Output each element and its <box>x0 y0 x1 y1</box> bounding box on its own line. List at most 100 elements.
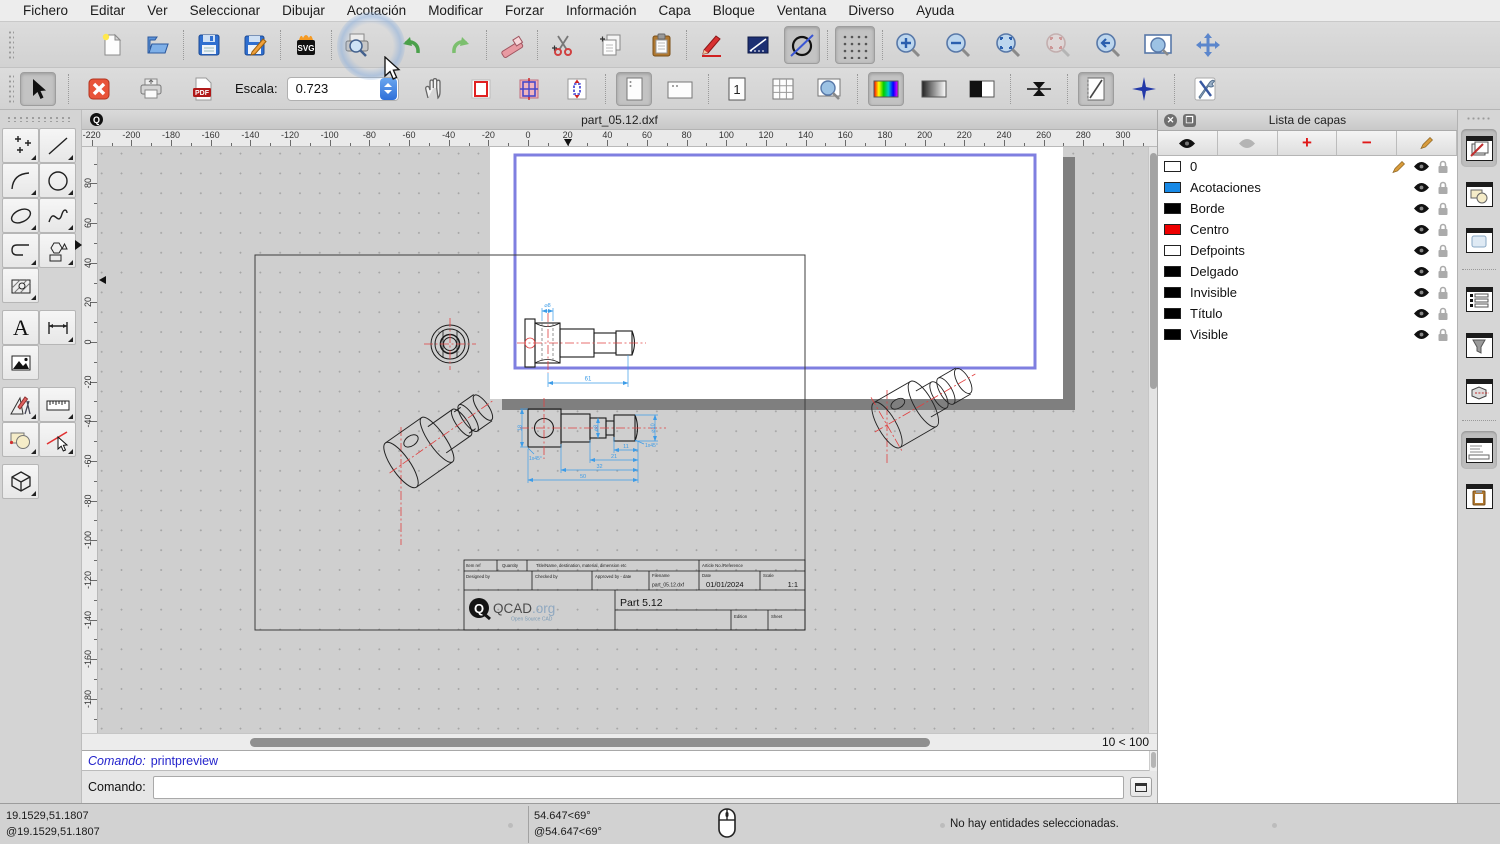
cut-button[interactable] <box>545 26 581 64</box>
zero-point-button[interactable] <box>1126 72 1162 106</box>
palette-handle[interactable] <box>6 116 71 122</box>
full-color-button[interactable] <box>868 72 904 106</box>
draw-pen-button[interactable] <box>694 26 730 64</box>
zoom-in-button[interactable] <box>890 26 926 64</box>
modify-tool[interactable] <box>2 387 39 422</box>
shape-tool[interactable] <box>39 233 76 268</box>
layer-color-swatch[interactable] <box>1164 203 1181 214</box>
document-titlebar[interactable]: Q part_05.12.dxf <box>82 110 1157 130</box>
zoom-selection-button[interactable] <box>1040 26 1076 64</box>
portrait-button[interactable] <box>616 72 652 106</box>
command-line-dock-button[interactable] <box>1461 431 1497 469</box>
property-editor-dock-button[interactable] <box>1461 280 1497 318</box>
menu-item[interactable]: Ver <box>136 0 178 22</box>
print-preview-button[interactable] <box>339 26 375 64</box>
point-tool[interactable] <box>2 128 39 163</box>
palette-collapse-arrow[interactable] <box>75 240 82 250</box>
layer-row[interactable]: Invisible <box>1158 282 1457 303</box>
layer-visibility-eye-icon[interactable] <box>1413 182 1430 193</box>
black-white-button[interactable] <box>964 72 1000 106</box>
vertical-scrollbar[interactable] <box>1148 147 1157 733</box>
menu-item[interactable]: Capa <box>648 0 702 22</box>
pointer-tool-button[interactable] <box>20 72 56 106</box>
layer-visibility-eye-icon[interactable] <box>1413 161 1430 172</box>
layer-visibility-eye-icon[interactable] <box>1413 203 1430 214</box>
command-input[interactable] <box>153 776 1124 799</box>
drawing-canvas[interactable]: ⌀8 61 <box>98 147 1157 733</box>
layer-color-swatch[interactable] <box>1164 161 1181 172</box>
toolbar-handle[interactable] <box>8 74 14 104</box>
grid-toggle-button[interactable] <box>835 26 875 64</box>
edit-layer-button[interactable] <box>1397 131 1457 155</box>
menu-item[interactable]: Seleccionar <box>179 0 272 22</box>
close-print-preview-button[interactable] <box>81 72 117 106</box>
layer-lock-icon[interactable] <box>1437 265 1449 279</box>
layer-color-swatch[interactable] <box>1164 245 1181 256</box>
auto-zoom-button[interactable] <box>990 26 1026 64</box>
layer-row[interactable]: Visible <box>1158 324 1457 345</box>
layer-row[interactable]: Acotaciones <box>1158 177 1457 198</box>
line-tool[interactable] <box>39 128 76 163</box>
layer-lock-icon[interactable] <box>1437 202 1449 216</box>
layer-lock-icon[interactable] <box>1437 307 1449 321</box>
block-tool[interactable] <box>2 422 39 457</box>
crop-marks-button[interactable] <box>1021 72 1057 106</box>
layer-color-swatch[interactable] <box>1164 329 1181 340</box>
layer-visibility-eye-icon[interactable] <box>1413 329 1430 340</box>
layer-lock-icon[interactable] <box>1437 328 1449 342</box>
vertical-scrollbar-handle[interactable] <box>1150 153 1157 389</box>
scale-combobox[interactable]: 0.723 <box>287 77 399 101</box>
show-all-layers-button[interactable] <box>1158 131 1218 155</box>
layer-color-swatch[interactable] <box>1164 182 1181 193</box>
layer-visibility-eye-icon[interactable] <box>1413 224 1430 235</box>
print-button[interactable] <box>133 72 169 106</box>
single-page-button[interactable]: 1 <box>719 72 755 106</box>
horizontal-scrollbar-handle[interactable] <box>250 738 930 747</box>
restrict-ortho-button[interactable] <box>740 26 776 64</box>
selection-filter-dock-button[interactable] <box>1461 326 1497 364</box>
menu-item[interactable]: Modificar <box>417 0 494 22</box>
add-layer-button[interactable]: + <box>1278 131 1338 155</box>
layer-color-swatch[interactable] <box>1164 224 1181 235</box>
menu-item[interactable]: Acotación <box>336 0 417 22</box>
menu-item[interactable]: Bloque <box>702 0 766 22</box>
delete-button[interactable] <box>494 26 530 64</box>
grayscale-button[interactable] <box>916 72 952 106</box>
layer-visibility-eye-icon[interactable] <box>1413 308 1430 319</box>
menu-item[interactable]: Editar <box>79 0 136 22</box>
layer-color-swatch[interactable] <box>1164 266 1181 277</box>
redo-button[interactable] <box>443 26 479 64</box>
menu-item[interactable]: Información <box>555 0 648 22</box>
layer-row[interactable]: 0 <box>1158 156 1457 177</box>
menu-item[interactable]: Diverso <box>837 0 905 22</box>
layer-row[interactable]: Título <box>1158 303 1457 324</box>
arc-tool[interactable] <box>2 163 39 198</box>
horizontal-scrollbar[interactable]: 10 < 100 <box>82 733 1157 750</box>
layer-visibility-eye-icon[interactable] <box>1413 245 1430 256</box>
menu-item[interactable]: Fichero <box>12 0 79 22</box>
clipboard-dock-button[interactable] <box>1461 477 1497 515</box>
layer-lock-icon[interactable] <box>1437 286 1449 300</box>
open-file-button[interactable] <box>140 26 176 64</box>
library-browser-dock-button[interactable] <box>1461 372 1497 410</box>
construction-toggle-button[interactable] <box>784 26 820 64</box>
layer-visibility-eye-icon[interactable] <box>1413 287 1430 298</box>
menu-item[interactable]: Forzar <box>494 0 555 22</box>
layer-row[interactable]: Delgado <box>1158 261 1457 282</box>
pdf-export-button[interactable]: PDF <box>185 72 221 106</box>
menu-item[interactable]: Ventana <box>766 0 838 22</box>
copy-button[interactable] <box>593 26 629 64</box>
landscape-button[interactable] <box>662 72 698 106</box>
command-dock-button[interactable] <box>1130 777 1152 797</box>
strip-handle[interactable] <box>1466 116 1492 121</box>
spline-tool[interactable] <box>39 198 76 233</box>
circle-tool[interactable] <box>39 163 76 198</box>
layer-lock-icon[interactable] <box>1437 160 1449 174</box>
command-history-scrollbar[interactable] <box>1149 751 1157 771</box>
svg-export-button[interactable]: SVG <box>288 26 324 64</box>
page-settings-button[interactable] <box>1078 72 1114 106</box>
remove-layer-button[interactable]: − <box>1337 131 1397 155</box>
menu-item[interactable]: Ayuda <box>905 0 965 22</box>
paper-border-button[interactable] <box>463 72 499 106</box>
settings-button[interactable] <box>1187 72 1223 106</box>
